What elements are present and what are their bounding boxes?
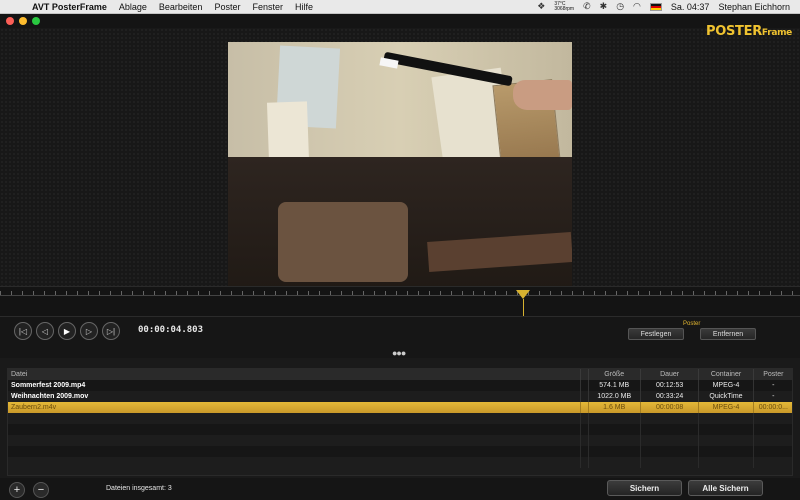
table-row[interactable]: Sommerfest 2009.mp4 574.1 MB 00:12:53 MP… <box>8 380 792 391</box>
wifi-icon[interactable]: ◠ <box>633 1 641 12</box>
step-forward-button[interactable]: ▷ <box>80 322 98 340</box>
playhead-line <box>522 299 524 317</box>
cell-spacer <box>580 380 589 391</box>
table-row[interactable]: Weihnachten 2009.mov 1022.0 MB 00:33:24 … <box>8 391 792 402</box>
menu-item-hilfe[interactable]: Hilfe <box>295 2 313 12</box>
video-preview[interactable] <box>228 42 572 300</box>
playhead[interactable] <box>516 290 530 317</box>
file-count: Dateien insgesamt: 3 <box>106 485 172 492</box>
empty-row <box>8 424 792 435</box>
logo-small-text: Frame <box>761 28 792 38</box>
plus-icon: + <box>13 484 21 496</box>
column-file[interactable]: Datei <box>8 369 581 380</box>
column-spacer <box>580 369 589 380</box>
fan-speed-value: 3068rpm <box>554 5 575 12</box>
bluetooth-icon[interactable]: ✱ <box>600 1 608 12</box>
user-name[interactable]: Stephan Eichhorn <box>718 2 790 12</box>
column-duration[interactable]: Dauer <box>640 369 700 380</box>
step-back-icon: ◁ <box>41 326 49 336</box>
cell-poster: - <box>753 380 792 391</box>
title-bar <box>0 14 800 28</box>
empty-row <box>8 413 792 424</box>
empty-row <box>8 457 792 468</box>
save-button[interactable]: Sichern <box>607 480 682 496</box>
playback-controls: |◁ ◁ ▶ ▷ ▷| 00:00:04.803 Poster Festlege… <box>0 316 800 358</box>
cell-poster: 00:00:0... <box>753 402 792 413</box>
cell-duration: 00:33:24 <box>640 391 700 402</box>
playhead-marker-icon <box>516 290 530 299</box>
dropbox-icon[interactable]: ❖ <box>537 1 545 12</box>
column-size[interactable]: Größe <box>588 369 641 380</box>
menu-item-fenster[interactable]: Fenster <box>252 2 283 12</box>
column-poster[interactable]: Poster <box>753 369 792 380</box>
temperature-monitor[interactable]: 37°C 3068rpm <box>554 1 575 12</box>
poster-label: Poster <box>683 321 701 327</box>
empty-row <box>8 446 792 457</box>
cell-spacer <box>580 402 589 413</box>
logo-main-text: POSTER <box>706 24 762 39</box>
timeline-scrubber[interactable] <box>0 286 800 317</box>
bottom-bar: + − Dateien insgesamt: 3 Sichern Alle Si… <box>0 478 800 500</box>
cell-size: 1.6 MB <box>588 402 641 413</box>
file-table: Datei Größe Dauer Container Poster Somme… <box>7 368 793 476</box>
table-header-row: Datei Größe Dauer Container Poster <box>8 369 792 380</box>
app-window: POSTERFrame |◁ ◁ ▶ ▷ ▷| 00:00:04.803 Pos… <box>0 14 800 500</box>
skip-to-start-icon: |◁ <box>18 326 28 336</box>
cell-duration: 00:00:08 <box>640 402 700 413</box>
menu-item-poster[interactable]: Poster <box>214 2 240 12</box>
empty-row <box>8 435 792 446</box>
play-button[interactable]: ▶ <box>58 322 76 340</box>
cell-poster: - <box>753 391 792 402</box>
column-container[interactable]: Container <box>698 369 754 380</box>
file-name: Sommerfest 2009.mp4 <box>11 382 86 389</box>
timecode-display: 00:00:04.803 <box>138 325 204 335</box>
cell-container: MPEG-4 <box>698 402 754 413</box>
timeline-track <box>0 295 800 296</box>
status-area: ❖ 37°C 3068rpm ✆ ✱ ◷ ◠ Sa. 04:37 Stephan… <box>537 1 800 12</box>
skip-to-end-button[interactable]: ▷| <box>102 322 120 340</box>
add-file-button[interactable]: + <box>9 482 25 498</box>
step-back-button[interactable]: ◁ <box>36 322 54 340</box>
zoom-window-button[interactable] <box>32 17 40 25</box>
cell-file: Zaubern2.m4v <box>8 402 581 413</box>
german-flag-icon[interactable] <box>649 2 662 11</box>
cell-duration: 00:12:53 <box>640 380 700 391</box>
posterframe-logo: POSTERFrame <box>706 24 792 39</box>
skip-to-start-button[interactable]: |◁ <box>14 322 32 340</box>
set-poster-button[interactable]: Festlegen <box>628 328 684 340</box>
menu-bar: AVT PosterFrame Ablage Bearbeiten Poster… <box>0 0 800 14</box>
video-area <box>0 28 800 300</box>
cell-file: Weihnachten 2009.mov <box>8 391 581 402</box>
time-machine-icon[interactable]: ◷ <box>616 1 624 12</box>
video-cushion <box>278 202 408 282</box>
cell-file: Sommerfest 2009.mp4 <box>8 380 581 391</box>
cell-container: QuickTime <box>698 391 754 402</box>
cell-size: 574.1 MB <box>588 380 641 391</box>
table-row-selected[interactable]: Zaubern2.m4v 1.6 MB 00:00:08 MPEG-4 00:0… <box>8 402 792 413</box>
remove-poster-button[interactable]: Entfernen <box>700 328 756 340</box>
split-handle-icon[interactable]: ●●● <box>392 349 406 358</box>
video-paper <box>266 101 310 163</box>
skip-to-end-icon: ▷| <box>106 326 116 336</box>
clock[interactable]: Sa. 04:37 <box>671 2 710 12</box>
file-name: Weihnachten 2009.mov <box>11 393 89 400</box>
video-hand <box>513 80 572 110</box>
minimize-window-button[interactable] <box>19 17 27 25</box>
cell-size: 1022.0 MB <box>588 391 641 402</box>
phone-icon[interactable]: ✆ <box>583 1 591 12</box>
cell-spacer <box>580 391 589 402</box>
cell-container: MPEG-4 <box>698 380 754 391</box>
menu-item-bearbeiten[interactable]: Bearbeiten <box>159 2 203 12</box>
minus-icon: − <box>37 484 45 496</box>
save-all-button[interactable]: Alle Sichern <box>688 480 763 496</box>
menu-app-name[interactable]: AVT PosterFrame <box>32 2 107 12</box>
step-forward-icon: ▷ <box>85 326 93 336</box>
close-window-button[interactable] <box>6 17 14 25</box>
menu-item-ablage[interactable]: Ablage <box>119 2 147 12</box>
remove-file-button[interactable]: − <box>33 482 49 498</box>
play-icon: ▶ <box>63 326 71 336</box>
